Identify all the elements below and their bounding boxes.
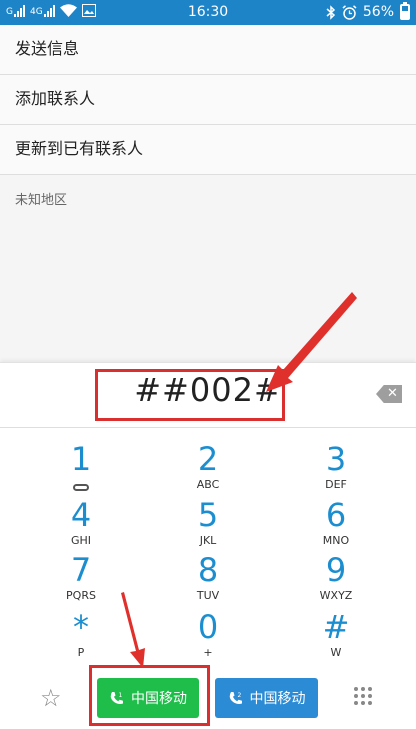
status-bar: G 4G 16:30 56% bbox=[0, 0, 416, 25]
phone-sim2-icon: 2 bbox=[228, 691, 242, 705]
key-6[interactable]: 6 MNO bbox=[281, 498, 391, 550]
favorites-star-icon[interactable]: ☆ bbox=[40, 686, 62, 710]
key-9[interactable]: 9 WXYZ bbox=[281, 553, 391, 605]
bluetooth-icon bbox=[326, 4, 335, 20]
key-0[interactable]: 0 + bbox=[153, 610, 263, 662]
key-2[interactable]: 2 ABC bbox=[153, 442, 263, 494]
battery-percent: 56% bbox=[362, 4, 394, 20]
menu-item-update-contact[interactable]: 更新到已有联系人 bbox=[0, 125, 416, 175]
key-star[interactable]: * P bbox=[26, 610, 136, 662]
call-sim2-button[interactable]: 2 中国移动 bbox=[215, 678, 318, 718]
number-region: 未知地区 bbox=[15, 193, 68, 208]
menu-item-send-message[interactable]: 发送信息 bbox=[0, 25, 416, 75]
battery-icon bbox=[400, 2, 410, 20]
key-3[interactable]: 3 DEF bbox=[281, 442, 391, 494]
voicemail-icon bbox=[73, 484, 89, 491]
key-8[interactable]: 8 TUV bbox=[153, 553, 263, 605]
alarm-icon bbox=[342, 4, 357, 20]
annotation-box-number bbox=[95, 369, 285, 421]
menu-item-add-contact[interactable]: 添加联系人 bbox=[0, 75, 416, 125]
divider bbox=[0, 427, 416, 428]
svg-text:2: 2 bbox=[237, 692, 241, 699]
key-5[interactable]: 5 JKL bbox=[153, 498, 263, 550]
dialpad-toggle-icon[interactable] bbox=[354, 687, 372, 705]
key-7[interactable]: 7 PQRS bbox=[26, 553, 136, 605]
key-1[interactable]: 1 bbox=[26, 442, 136, 494]
key-hash[interactable]: # W bbox=[281, 610, 391, 662]
annotation-box-call bbox=[89, 665, 210, 726]
number-actions-menu: 发送信息 添加联系人 更新到已有联系人 bbox=[0, 25, 416, 175]
key-4[interactable]: 4 GHI bbox=[26, 498, 136, 550]
